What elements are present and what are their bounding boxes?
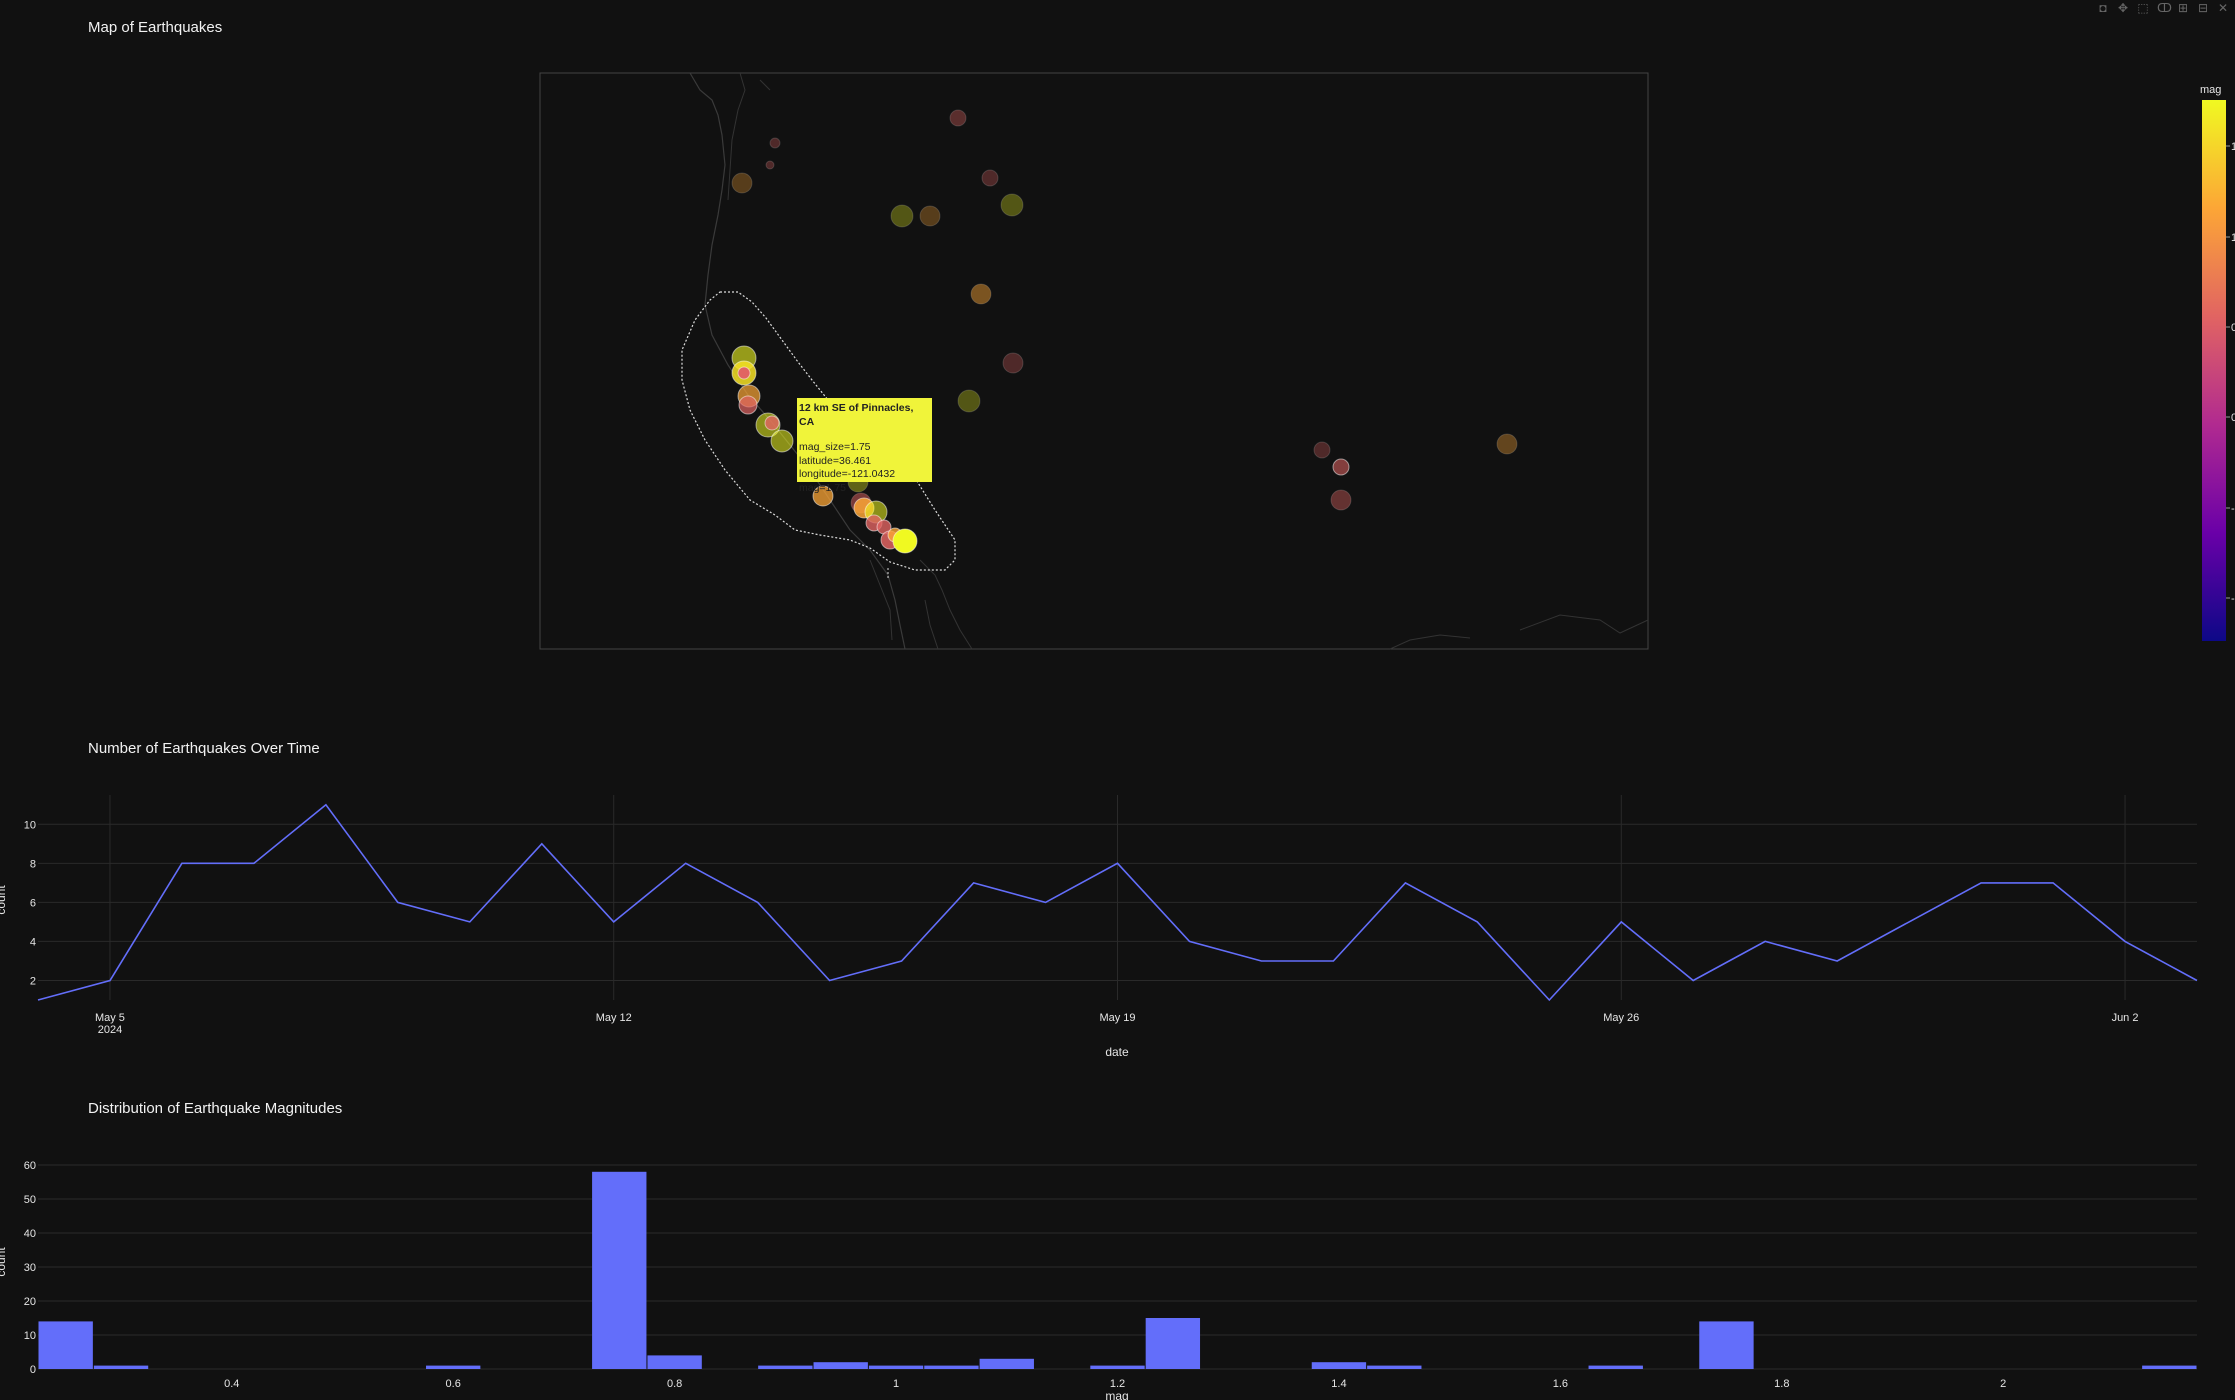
histogram-bar[interactable] [1367,1365,1422,1369]
hist-x-tick-label: 1.6 [1553,1378,1568,1390]
hist-y-axis-title: count [0,1247,8,1277]
hist-y-tick-label: 30 [24,1262,36,1274]
hist-x-tick-label: 0.6 [446,1378,461,1390]
histogram-bar[interactable] [1588,1365,1643,1369]
histogram-bar[interactable] [647,1355,702,1369]
hist-x-tick-label: 2 [2000,1378,2006,1390]
histogram-bar[interactable] [93,1365,149,1369]
histogram-chart[interactable]: 01020304050600.4 0.6 0.8 1 1.2 1.4 1.6 1.8 2 mag… [0,0,2235,1400]
histogram-bar[interactable] [758,1365,813,1369]
histogram-bar[interactable] [924,1365,979,1369]
histogram-bar[interactable] [38,1321,93,1369]
hist-y-tick-label: 40 [24,1228,36,1240]
histogram-bar[interactable] [1311,1362,1367,1369]
histogram-bar[interactable] [1699,1321,1754,1369]
histogram-bar[interactable] [1145,1318,1201,1369]
histogram-bar[interactable] [813,1362,868,1369]
hist-x-tick-label: 0.8 [667,1378,682,1390]
hist-x-tick-label: 1.8 [1774,1378,1789,1390]
histogram-bar[interactable] [592,1171,647,1369]
histogram-bar[interactable] [2142,1365,2197,1369]
hist-x-tick-label: 1 [893,1378,899,1390]
histogram-bar[interactable] [1090,1365,1145,1369]
hist-y-tick-label: 0 [30,1364,36,1376]
hist-x-tick-label: 0.4 [224,1378,239,1390]
histogram-bar[interactable] [979,1358,1034,1369]
hist-x-axis-title: mag [1105,1389,1128,1400]
hist-y-tick-label: 10 [24,1330,36,1342]
hist-y-tick-label: 50 [24,1194,36,1206]
hist-x-tick-label: 1.4 [1331,1378,1346,1390]
histogram-bar[interactable] [868,1365,924,1369]
hist-y-tick-label: 60 [24,1160,36,1172]
histogram-bar[interactable] [426,1365,481,1369]
hist-y-tick-label: 20 [24,1296,36,1308]
